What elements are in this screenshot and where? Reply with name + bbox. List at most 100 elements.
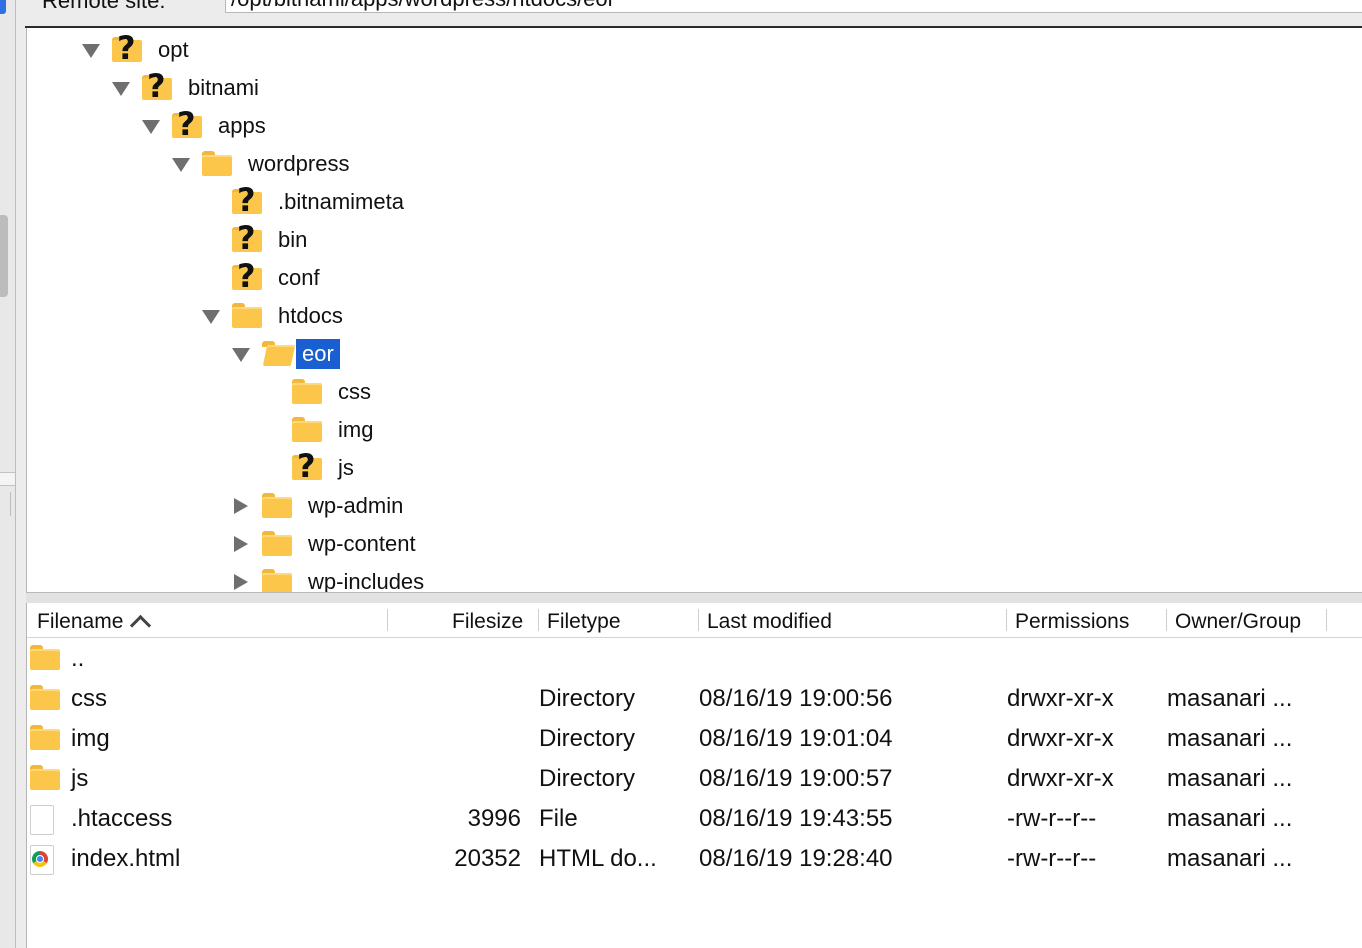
question-folder-icon: ? [232, 181, 262, 219]
folder-icon [262, 569, 292, 592]
file-permissions: drwxr-xr-x [1007, 765, 1114, 792]
file-row-index-html[interactable]: index.html 20352 HTML do... 08/16/19 19:… [27, 839, 1362, 879]
file-owner: masanari ... [1167, 845, 1293, 872]
file-row-htaccess[interactable]: .htaccess 3996 File 08/16/19 19:43:55 -r… [27, 799, 1362, 839]
tree-node-label: img [338, 417, 374, 442]
expand-triangle-icon[interactable] [142, 107, 172, 145]
chevron-up-icon [129, 614, 155, 628]
column-header-owner-group[interactable]: Owner/Group [1175, 603, 1301, 637]
file-owner: masanari ... [1167, 725, 1293, 752]
remote-site-label: Remote site: [42, 0, 166, 13]
expand-triangle-icon[interactable] [232, 335, 262, 373]
file-icon [30, 805, 54, 835]
file-list-header: Filename Filesize Filetype Last modified… [27, 603, 1362, 638]
folder-icon [262, 531, 292, 557]
tree-node-label: wp-content [308, 531, 416, 556]
tree-node-wp-includes[interactable]: wp-includes [232, 563, 429, 592]
tree-node-label: bin [278, 227, 308, 252]
tree-node-eor[interactable]: eor [232, 335, 340, 373]
tree-node-label: conf [278, 265, 320, 290]
column-divider[interactable] [1326, 609, 1327, 631]
file-row-img[interactable]: img Directory 08/16/19 19:01:04 drwxr-xr… [27, 719, 1362, 759]
open-folder-icon [262, 341, 292, 367]
tree-node-img[interactable]: img [262, 411, 378, 449]
tree-node-conf[interactable]: ? conf [202, 257, 325, 297]
file-modified: 08/16/19 19:00:57 [699, 765, 893, 792]
collapse-triangle-icon[interactable] [232, 563, 262, 592]
file-owner: masanari ... [1167, 685, 1293, 712]
tree-node-bin[interactable]: ? bin [202, 219, 312, 259]
folder-icon [232, 303, 262, 329]
tree-node-label: htdocs [278, 303, 343, 328]
left-pane-divider [10, 492, 11, 516]
tree-node-label: js [338, 455, 354, 480]
left-pane-scrollbar-thumb[interactable] [0, 215, 8, 297]
column-header-filetype[interactable]: Filetype [547, 603, 621, 637]
collapse-triangle-icon[interactable] [232, 487, 262, 525]
tree-node-opt[interactable]: ? opt [82, 29, 194, 69]
remote-file-list[interactable]: Filename Filesize Filetype Last modified… [26, 603, 1362, 948]
tree-node-label: wordpress [248, 151, 350, 176]
tree-node-label: .bitnamimeta [278, 189, 404, 214]
tree-node-bitnamimeta[interactable]: ? .bitnamimeta [202, 181, 409, 221]
tree-node-js[interactable]: ? js [262, 447, 359, 487]
tree-node-label: css [338, 379, 371, 404]
file-owner: masanari ... [1167, 805, 1293, 832]
file-size: 3996 [467, 805, 521, 832]
folder-icon [30, 685, 60, 711]
column-header-permissions[interactable]: Permissions [1015, 603, 1129, 637]
tree-node-bitnami[interactable]: ? bitnami [112, 67, 264, 107]
tree-node-wp-content[interactable]: wp-content [232, 525, 421, 563]
column-divider[interactable] [1166, 609, 1167, 631]
remote-site-bar: Remote site: /opt/bitnami/apps/wordpress… [25, 0, 1362, 28]
question-folder-icon: ? [232, 219, 262, 257]
tree-node-label-selected: eor [296, 339, 340, 369]
file-modified: 08/16/19 19:28:40 [699, 845, 893, 872]
expand-triangle-icon[interactable] [82, 31, 112, 69]
file-row-js[interactable]: js Directory 08/16/19 19:00:57 drwxr-xr-… [27, 759, 1362, 799]
collapse-triangle-icon[interactable] [232, 525, 262, 563]
question-folder-icon: ? [292, 447, 322, 485]
folder-icon [202, 151, 232, 177]
file-type: Directory [539, 765, 636, 792]
file-permissions: drwxr-xr-x [1007, 685, 1114, 712]
left-pane-edge [0, 0, 16, 948]
file-permissions: -rw-r--r-- [1007, 845, 1097, 872]
column-divider[interactable] [387, 609, 388, 631]
remote-site-path-input[interactable]: /opt/bitnami/apps/wordpress/htdocs/eor [225, 0, 1362, 13]
expand-triangle-icon[interactable] [202, 297, 232, 335]
file-row-parent[interactable]: .. [27, 639, 1362, 679]
column-divider[interactable] [538, 609, 539, 631]
tree-node-css[interactable]: css [262, 373, 376, 411]
column-header-filename[interactable]: Filename [37, 603, 155, 637]
file-name: index.html [71, 845, 181, 872]
folder-icon [262, 493, 292, 519]
expand-triangle-icon[interactable] [112, 69, 142, 107]
file-type: HTML do... [539, 845, 657, 872]
file-size: 20352 [454, 845, 521, 872]
column-header-last-modified[interactable]: Last modified [707, 603, 832, 637]
file-name: js [71, 765, 89, 792]
question-folder-icon: ? [232, 257, 262, 295]
file-modified: 08/16/19 19:01:04 [699, 725, 893, 752]
file-row-css[interactable]: css Directory 08/16/19 19:00:56 drwxr-xr… [27, 679, 1362, 719]
column-divider[interactable] [698, 609, 699, 631]
tree-node-wp-admin[interactable]: wp-admin [232, 487, 408, 525]
folder-icon [30, 765, 60, 791]
file-type: Directory [539, 725, 636, 752]
tree-node-wordpress[interactable]: wordpress [172, 145, 354, 183]
left-pane-splitter[interactable] [0, 472, 15, 486]
column-header-filesize[interactable]: Filesize [452, 603, 523, 637]
column-divider[interactable] [1006, 609, 1007, 631]
file-modified: 08/16/19 19:00:56 [699, 685, 893, 712]
file-name: .. [71, 645, 85, 672]
expand-triangle-icon[interactable] [172, 145, 202, 183]
file-name: css [71, 685, 107, 712]
question-folder-icon: ? [172, 105, 202, 143]
remote-directory-tree[interactable]: ? opt ? bitnami ? apps wordpress ? .bitn… [26, 28, 1362, 592]
question-folder-icon: ? [112, 29, 142, 67]
file-permissions: -rw-r--r-- [1007, 805, 1097, 832]
folder-icon [292, 417, 322, 443]
tree-node-htdocs[interactable]: htdocs [202, 297, 348, 335]
tree-node-apps[interactable]: ? apps [142, 105, 271, 145]
